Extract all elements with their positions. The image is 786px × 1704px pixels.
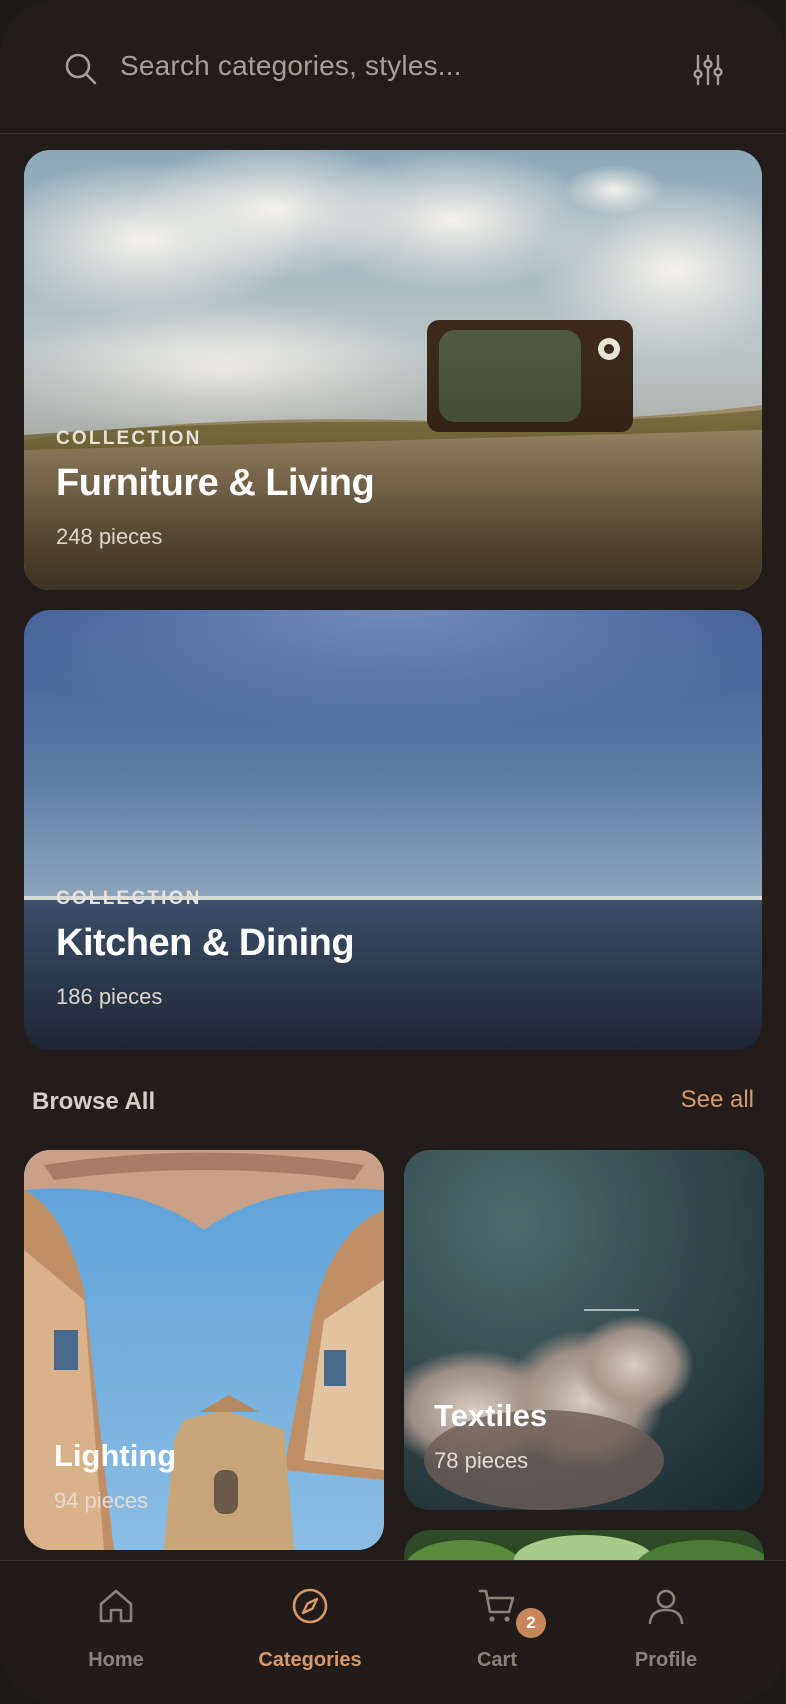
card-title: Kitchen & Dining [56,922,355,964]
card-overline: COLLECTION [56,888,202,909]
cart-icon [478,1589,515,1622]
bottom-nav: Home Categories 2 Cart Profile [0,1560,786,1704]
user-icon [648,1589,684,1625]
nav-item-cart[interactable]: 2 Cart [422,1561,572,1704]
search-input[interactable]: Search categories, styles... [120,50,462,82]
section-title-browse-all: Browse All [32,1088,156,1115]
tile-count: 78 pieces [434,1448,529,1473]
collection-card-kitchen[interactable]: COLLECTION Kitchen & Dining 186 pieces [24,610,762,1050]
cart-count-badge: 2 [516,1608,546,1638]
nav-label: Profile [634,1649,698,1671]
sliders-icon[interactable] [690,52,726,88]
tile-count: 94 pieces [54,1488,149,1513]
card-overline: COLLECTION [56,428,202,449]
nav-item-profile[interactable]: Profile [591,1561,741,1704]
compass-icon [292,1588,328,1624]
card-count: 248 pieces [56,524,163,549]
nav-label: Home [88,1649,144,1671]
search-icon [65,53,97,85]
search-bar[interactable]: Search categories, styles... [0,0,786,134]
see-all-link[interactable]: See all [681,1086,754,1114]
category-tile-textiles[interactable]: Textiles 78 pieces [404,1150,764,1510]
nav-item-home[interactable]: Home [41,1561,191,1704]
nav-item-categories[interactable]: Categories [235,1561,385,1704]
app-screen: Search categories, styles... COLLECTION … [0,0,786,1704]
nav-label: Cart [476,1649,517,1671]
nav-label: Categories [258,1649,362,1671]
collection-card-furniture[interactable]: COLLECTION Furniture & Living 248 pieces [24,150,762,590]
card-title: Furniture & Living [56,462,375,504]
tile-title: Lighting [54,1438,177,1473]
tile-title: Textiles [434,1398,548,1433]
category-tile-lighting[interactable]: Lighting 94 pieces [24,1150,384,1550]
home-icon [99,1589,133,1623]
card-count: 186 pieces [56,984,163,1009]
